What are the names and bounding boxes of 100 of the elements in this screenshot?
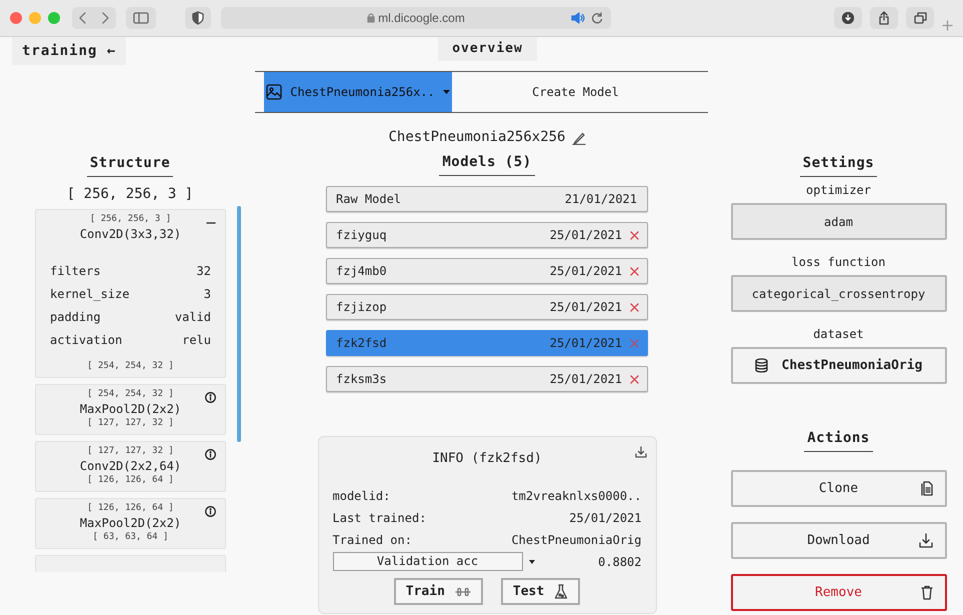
plus-icon[interactable] <box>942 20 953 30</box>
info-icon[interactable] <box>205 449 216 460</box>
setting-label: loss function <box>792 254 886 271</box>
image-icon <box>266 84 282 100</box>
layer-card[interactable]: [ 256, 256, 3 ] Conv2D(3x3,32) filters 32 kernel_size 3 padding valid activation relu [ 254, 254, 32 ] <box>35 209 226 378</box>
info-icon[interactable] <box>205 392 216 403</box>
back-icon <box>79 12 87 24</box>
model-date: 25/01/2021 <box>550 335 622 352</box>
lock-icon <box>367 13 376 23</box>
action-button[interactable]: Download <box>730 522 946 559</box>
action-button[interactable]: Clone <box>730 470 946 507</box>
layer-name: Conv2D(3x3,32) <box>80 226 182 242</box>
caret-icon[interactable] <box>528 560 534 564</box>
model-date: 25/01/2021 <box>550 371 622 388</box>
address-bar[interactable]: ml.dicoogle.com <box>221 7 611 29</box>
privacy-button[interactable] <box>185 7 211 29</box>
share-button[interactable] <box>870 7 898 29</box>
tab[interactable]: Create Model <box>452 72 699 112</box>
tabs-icon <box>914 12 926 24</box>
delete-icon[interactable] <box>630 230 639 240</box>
action-button[interactable]: Remove <box>730 574 946 611</box>
model-row[interactable]: fzk2fsd 25/01/2021 <box>326 330 648 356</box>
model-row[interactable]: fzj4mb0 25/01/2021 <box>326 258 648 284</box>
metric-value: 0.8802 <box>598 554 642 570</box>
setting-select[interactable]: categorical_crossentropy <box>730 275 946 312</box>
layer-name: MaxPool2D(2x2) <box>80 515 182 531</box>
layer-output-dimensions: [ 254, 254, 32 ] <box>87 360 174 373</box>
metric-select[interactable]: Validation acc <box>332 552 522 571</box>
tab[interactable]: ChestPneumonia256x.. <box>264 72 452 112</box>
param-value: relu <box>182 332 211 349</box>
param-name: padding <box>50 309 101 326</box>
sidebar-icon <box>133 12 149 24</box>
download-icon <box>918 533 932 548</box>
model-date: 21/01/2021 <box>564 191 637 208</box>
window-control-icon[interactable] <box>48 12 60 24</box>
layer-name: MaxPool2D(2x2) <box>80 401 182 417</box>
tabs-button[interactable] <box>906 7 934 29</box>
layer-output-dimensions: [ 127, 127, 32 ] <box>87 417 174 430</box>
pencil-icon[interactable] <box>572 130 586 144</box>
document-icon <box>920 481 932 496</box>
layer-card[interactable]: [ 126, 126, 64 ] MaxPool2D(2x2) [ 63, 63, 64 ] <box>35 498 226 549</box>
info-button[interactable]: Test <box>500 578 580 605</box>
delete-icon[interactable] <box>630 266 639 276</box>
model-row[interactable]: fzksm3s 25/01/2021 <box>326 366 648 392</box>
dumbbell-icon <box>454 586 471 596</box>
section-heading: Structure <box>86 153 174 177</box>
model-date: 25/01/2021 <box>550 299 622 316</box>
info-button[interactable]: Train <box>394 578 483 605</box>
download-icon <box>842 12 854 24</box>
flask-icon <box>554 584 568 600</box>
model-name: fzj4mb0 <box>336 263 387 280</box>
layer-name: Conv2D(2x2,64) <box>80 458 182 474</box>
model-name: Raw Model <box>336 191 402 208</box>
layer-input-dimensions: [ 126, 126, 64 ] <box>87 502 174 515</box>
dataset-title: ChestPneumonia256x256 <box>388 128 566 147</box>
input-dimensions-label: [ 256, 256, 3 ] <box>66 185 194 204</box>
field-label: modelid: <box>332 488 390 505</box>
trash-icon <box>920 585 932 600</box>
layer-card[interactable]: [ 254, 254, 32 ] MaxPool2D(2x2) [ 127, 127, 32 ] <box>35 384 226 435</box>
param-name: activation <box>50 332 122 349</box>
model-date: 25/01/2021 <box>550 227 622 244</box>
page-title: overview <box>438 37 537 61</box>
window-control-icon[interactable] <box>10 12 22 24</box>
database-icon <box>754 358 768 373</box>
url-text: ml.dicoogle.com <box>378 10 465 27</box>
delete-icon[interactable] <box>630 302 639 312</box>
param-value: valid <box>174 309 211 326</box>
model-row[interactable]: Raw Model 21/01/2021 <box>326 186 648 212</box>
share-icon <box>878 11 890 25</box>
section-heading: Models (5) <box>439 152 535 176</box>
speaker-icon[interactable] <box>571 12 585 24</box>
param-value: 3 <box>204 286 211 303</box>
field-value: 25/01/2021 <box>569 510 642 527</box>
param-name: kernel_size <box>50 286 130 303</box>
model-row[interactable]: fziyguq 25/01/2021 <box>326 222 648 248</box>
model-name: fziyguq <box>336 227 387 244</box>
setting-label: optimizer <box>806 182 872 199</box>
field-value: tm2vreaknlxs0000.. <box>511 488 642 505</box>
reload-icon[interactable] <box>591 12 603 24</box>
model-name: fzksm3s <box>336 371 387 388</box>
layer-input-dimensions: [ 254, 254, 32 ] <box>87 388 174 401</box>
model-row[interactable]: fzjizop 25/01/2021 <box>326 294 648 320</box>
field-label: Last trained: <box>332 510 426 527</box>
param-value: 32 <box>196 263 211 280</box>
layer-card[interactable]: [ 127, 127, 32 ] Conv2D(2x2,64) [ 126, 126, 64 ] <box>35 441 226 492</box>
layer-output-dimensions: [ 126, 126, 64 ] <box>87 474 174 487</box>
back-link[interactable]: training ← <box>12 37 126 65</box>
scrollbar-thumb[interactable] <box>237 206 241 442</box>
info-icon[interactable] <box>205 506 216 517</box>
forward-icon <box>101 12 109 24</box>
caret-icon <box>442 90 450 94</box>
download-icon[interactable] <box>634 446 646 458</box>
setting-select[interactable]: ChestPneumoniaOrig <box>730 347 946 384</box>
field-value: ChestPneumoniaOrig <box>511 532 642 549</box>
downloads-button[interactable] <box>834 7 862 29</box>
delete-icon[interactable] <box>630 374 639 384</box>
layer-input-dimensions: [ 256, 256, 3 ] <box>90 213 172 226</box>
setting-select[interactable]: adam <box>730 203 946 240</box>
sidebar-button[interactable] <box>126 7 156 29</box>
model-name: fzk2fsd <box>336 335 387 352</box>
